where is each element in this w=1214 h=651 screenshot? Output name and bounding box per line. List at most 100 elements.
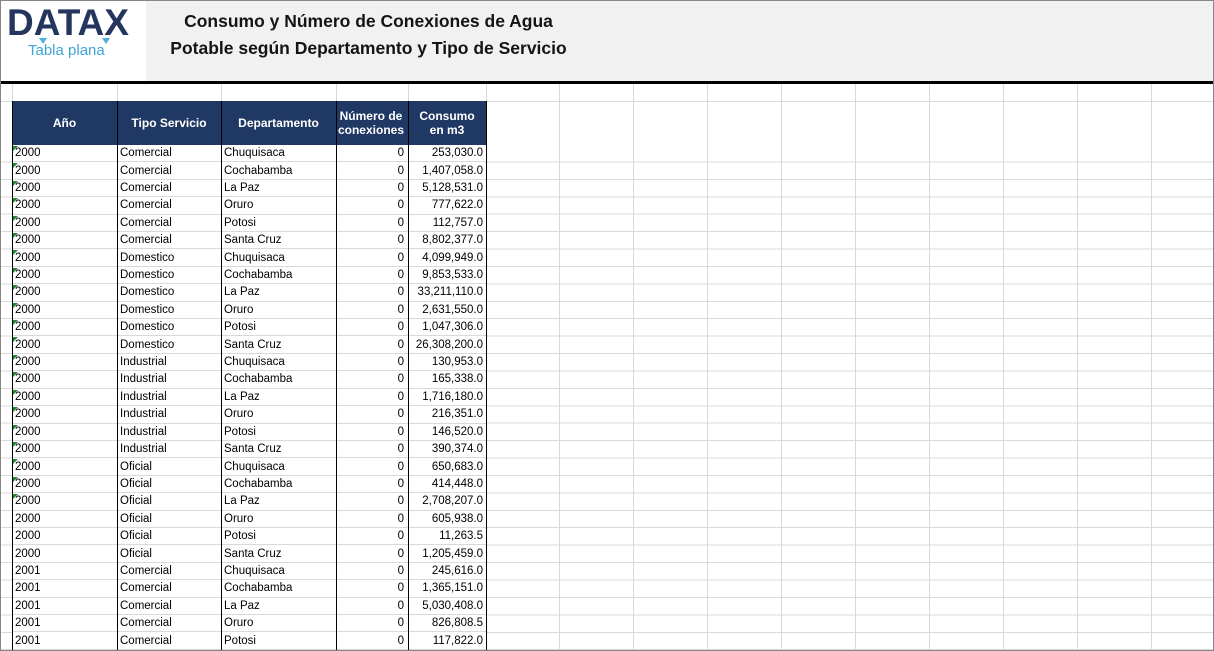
- cell-consumption[interactable]: 9,853,533.0: [408, 267, 486, 283]
- cell-service[interactable]: Oficial: [117, 476, 221, 492]
- cell-consumption[interactable]: 5,030,408.0: [408, 598, 486, 614]
- cell-department[interactable]: Cochabamba: [221, 580, 336, 596]
- cell-department[interactable]: La Paz: [221, 493, 336, 509]
- cell-year[interactable]: 2000: [12, 528, 117, 544]
- cell-connections[interactable]: 0: [336, 441, 408, 457]
- cell-service[interactable]: Oficial: [117, 493, 221, 509]
- cell-connections[interactable]: 0: [336, 458, 408, 474]
- cell-consumption[interactable]: 4,099,949.0: [408, 249, 486, 265]
- cell-service[interactable]: Oficial: [117, 458, 221, 474]
- cell-connections[interactable]: 0: [336, 632, 408, 648]
- cell-year[interactable]: 2001: [12, 615, 117, 631]
- cell-consumption[interactable]: 2,708,207.0: [408, 493, 486, 509]
- cell-department[interactable]: Oruro: [221, 197, 336, 213]
- cell-consumption[interactable]: 5,128,531.0: [408, 180, 486, 196]
- cell-year[interactable]: 2000: [12, 145, 117, 161]
- cell-department[interactable]: Santa Cruz: [221, 441, 336, 457]
- cell-connections[interactable]: 0: [336, 615, 408, 631]
- cell-connections[interactable]: 0: [336, 424, 408, 440]
- cell-service[interactable]: Comercial: [117, 563, 221, 579]
- spreadsheet-left-margin[interactable]: [1, 145, 12, 650]
- cell-year[interactable]: 2000: [12, 406, 117, 422]
- cell-connections[interactable]: 0: [336, 580, 408, 596]
- cell-connections[interactable]: 0: [336, 545, 408, 561]
- cell-connections[interactable]: 0: [336, 197, 408, 213]
- cell-service[interactable]: Domestico: [117, 336, 221, 352]
- cell-year[interactable]: 2001: [12, 580, 117, 596]
- cell-consumption[interactable]: 216,351.0: [408, 406, 486, 422]
- cell-year[interactable]: 2000: [12, 267, 117, 283]
- cell-service[interactable]: Domestico: [117, 302, 221, 318]
- cell-consumption[interactable]: 112,757.0: [408, 215, 486, 231]
- cell-year[interactable]: 2000: [12, 336, 117, 352]
- cell-consumption[interactable]: 1,047,306.0: [408, 319, 486, 335]
- cell-department[interactable]: Oruro: [221, 615, 336, 631]
- spreadsheet-empty-cells[interactable]: [486, 84, 1213, 145]
- cell-year[interactable]: 2000: [12, 458, 117, 474]
- cell-connections[interactable]: 0: [336, 406, 408, 422]
- cell-consumption[interactable]: 777,622.0: [408, 197, 486, 213]
- cell-year[interactable]: 2001: [12, 563, 117, 579]
- cell-service[interactable]: Industrial: [117, 441, 221, 457]
- cell-connections[interactable]: 0: [336, 476, 408, 492]
- cell-year[interactable]: 2000: [12, 180, 117, 196]
- cell-consumption[interactable]: 1,407,058.0: [408, 162, 486, 178]
- cell-department[interactable]: Chuquisaca: [221, 249, 336, 265]
- cell-connections[interactable]: 0: [336, 267, 408, 283]
- cell-service[interactable]: Comercial: [117, 598, 221, 614]
- cell-consumption[interactable]: 117,822.0: [408, 632, 486, 648]
- column-header-consumption[interactable]: Consumo en m3: [408, 101, 486, 145]
- cell-connections[interactable]: 0: [336, 389, 408, 405]
- cell-department[interactable]: Potosi: [221, 319, 336, 335]
- cell-connections[interactable]: 0: [336, 302, 408, 318]
- cell-year[interactable]: 2001: [12, 598, 117, 614]
- cell-connections[interactable]: 0: [336, 319, 408, 335]
- cell-year[interactable]: 2000: [12, 371, 117, 387]
- cell-service[interactable]: Industrial: [117, 354, 221, 370]
- cell-year[interactable]: 2000: [12, 511, 117, 527]
- cell-department[interactable]: Santa Cruz: [221, 336, 336, 352]
- cell-service[interactable]: Comercial: [117, 197, 221, 213]
- cell-department[interactable]: Potosi: [221, 215, 336, 231]
- column-header-department[interactable]: Departamento: [221, 101, 336, 145]
- cell-department[interactable]: Chuquisaca: [221, 145, 336, 161]
- cell-service[interactable]: Industrial: [117, 406, 221, 422]
- cell-connections[interactable]: 0: [336, 336, 408, 352]
- cell-consumption[interactable]: 1,365,151.0: [408, 580, 486, 596]
- cell-consumption[interactable]: 11,263.5: [408, 528, 486, 544]
- cell-consumption[interactable]: 1,716,180.0: [408, 389, 486, 405]
- cell-service[interactable]: Comercial: [117, 215, 221, 231]
- cell-department[interactable]: Cochabamba: [221, 162, 336, 178]
- cell-connections[interactable]: 0: [336, 598, 408, 614]
- cell-year[interactable]: 2000: [12, 249, 117, 265]
- cell-service[interactable]: Domestico: [117, 267, 221, 283]
- cell-service[interactable]: Industrial: [117, 371, 221, 387]
- cell-connections[interactable]: 0: [336, 511, 408, 527]
- cell-connections[interactable]: 0: [336, 162, 408, 178]
- cell-consumption[interactable]: 390,374.0: [408, 441, 486, 457]
- cell-department[interactable]: Santa Cruz: [221, 232, 336, 248]
- column-header-year[interactable]: Año: [12, 101, 117, 145]
- column-header-service[interactable]: Tipo Servicio: [117, 101, 221, 145]
- cell-year[interactable]: 2000: [12, 302, 117, 318]
- cell-year[interactable]: 2000: [12, 162, 117, 178]
- cell-consumption[interactable]: 33,211,110.0: [408, 284, 486, 300]
- cell-department[interactable]: Cochabamba: [221, 476, 336, 492]
- cell-department[interactable]: Chuquisaca: [221, 458, 336, 474]
- cell-department[interactable]: Santa Cruz: [221, 545, 336, 561]
- cell-service[interactable]: Domestico: [117, 284, 221, 300]
- cell-consumption[interactable]: 2,631,550.0: [408, 302, 486, 318]
- cell-connections[interactable]: 0: [336, 249, 408, 265]
- cell-department[interactable]: La Paz: [221, 180, 336, 196]
- cell-service[interactable]: Comercial: [117, 180, 221, 196]
- cell-connections[interactable]: 0: [336, 563, 408, 579]
- cell-service[interactable]: Comercial: [117, 232, 221, 248]
- cell-year[interactable]: 2000: [12, 215, 117, 231]
- cell-service[interactable]: Oficial: [117, 511, 221, 527]
- cell-service[interactable]: Comercial: [117, 615, 221, 631]
- cell-connections[interactable]: 0: [336, 493, 408, 509]
- cell-service[interactable]: Comercial: [117, 632, 221, 648]
- cell-consumption[interactable]: 26,308,200.0: [408, 336, 486, 352]
- cell-service[interactable]: Comercial: [117, 580, 221, 596]
- cell-year[interactable]: 2000: [12, 389, 117, 405]
